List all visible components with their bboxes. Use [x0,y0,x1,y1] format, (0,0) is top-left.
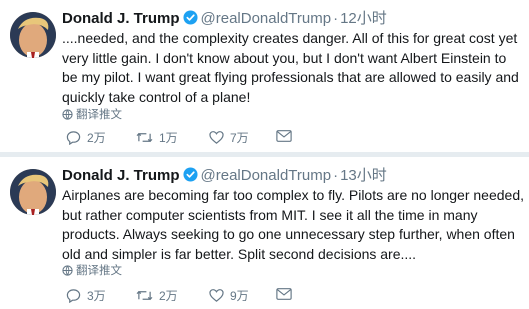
author-handle[interactable]: @realDonaldTrump [201,10,332,27]
tweet[interactable]: Donald J. Trump @realDonaldTrump · 13小时 Air… [0,157,529,309]
globe-icon [62,265,73,276]
like-icon [209,131,224,144]
direct-message-button[interactable] [276,129,298,143]
retweet-count: 2万 [159,289,178,303]
author-name[interactable]: Donald J. Trump [62,167,180,184]
tweet-text: Airplanes are becoming far too complex t… [62,187,524,262]
translate-link[interactable]: 翻译推文 [62,108,122,122]
tweet-header: Donald J. Trump @realDonaldTrump · 13小时 [62,166,521,188]
avatar[interactable] [10,169,56,215]
retweet-button[interactable]: 2万 [136,287,178,304]
like-count: 7万 [230,131,249,145]
retweet-button[interactable]: 1万 [136,129,178,146]
tweet-actions: 2万 1万 7万 [62,129,522,147]
globe-icon [62,109,73,120]
direct-message-icon [276,288,292,300]
reply-count: 2万 [87,131,106,145]
reply-icon [66,289,81,303]
like-button[interactable]: 9万 [209,287,249,304]
like-count: 9万 [230,289,249,303]
translate-label: 翻译推文 [76,109,122,121]
tweet-header: Donald J. Trump @realDonaldTrump · 12小时 [62,9,521,31]
timestamp[interactable]: 13小时 [340,167,387,184]
direct-message-button[interactable] [276,287,298,301]
retweet-icon [136,132,153,143]
like-icon [209,289,224,302]
tweet[interactable]: Donald J. Trump @realDonaldTrump · 12小时 ...… [0,0,529,152]
separator-dot: · [333,10,339,27]
avatar[interactable] [10,12,56,58]
reply-button[interactable]: 2万 [66,129,106,146]
like-button[interactable]: 7万 [209,129,249,146]
translate-link[interactable]: 翻译推文 [62,264,122,278]
tweet-text: ....needed, and the complexity creates d… [62,30,519,105]
reply-count: 3万 [87,289,106,303]
verified-badge-icon [182,10,198,31]
direct-message-icon [276,130,292,142]
author-name[interactable]: Donald J. Trump [62,10,180,27]
retweet-icon [136,290,153,301]
translate-label: 翻译推文 [76,265,122,277]
retweet-count: 1万 [159,131,178,145]
separator-dot: · [333,167,339,184]
verified-badge-icon [182,167,198,188]
reply-button[interactable]: 3万 [66,287,106,304]
timestamp[interactable]: 12小时 [340,10,387,27]
author-handle[interactable]: @realDonaldTrump [201,167,332,184]
reply-icon [66,131,81,145]
tweet-actions: 3万 2万 9万 [62,287,522,305]
